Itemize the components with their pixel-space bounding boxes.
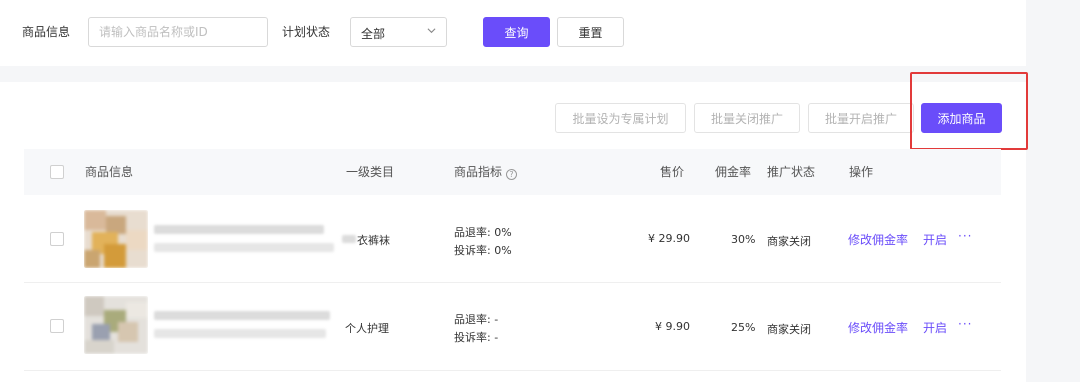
blurred-product-title [154, 225, 324, 234]
row-price: ¥ 9.90 [655, 320, 690, 333]
batch-exclusive-plan-button[interactable]: 批量设为专属计划 [555, 103, 686, 133]
row-checkbox[interactable] [50, 232, 64, 246]
column-header-metrics: 商品指标? [454, 163, 518, 180]
row-commission: 30% [731, 233, 756, 246]
search-input[interactable] [88, 17, 268, 47]
help-icon[interactable]: ? [506, 169, 518, 180]
product-info-label: 商品信息 [22, 25, 71, 39]
blurred-product-subtitle [154, 243, 334, 252]
row-category: 衣裤袜 [357, 234, 390, 247]
blurred-category-prefix [342, 235, 356, 243]
column-header-commission: 佣金率 [715, 165, 752, 179]
page-gutter [1026, 0, 1080, 382]
column-header-category: 一级类目 [346, 165, 395, 179]
chevron-down-icon [427, 28, 436, 34]
column-header-actions: 操作 [849, 165, 874, 179]
annotation-highlight-box [910, 72, 1028, 150]
table-row: 衣裤袜 品退率: 0% 投诉率: 0% ¥ 29.90 30% 商家关闭 修改佣… [24, 195, 1001, 283]
row-complaint-rate: 投诉率: - [454, 331, 499, 344]
table-row: 个人护理 品退率: - 投诉率: - ¥ 9.90 25% 商家关闭 修改佣金率… [24, 283, 1001, 371]
row-commission: 25% [731, 321, 756, 334]
row-category: 个人护理 [345, 322, 389, 335]
edit-commission-link[interactable]: 修改佣金率 [848, 231, 908, 248]
column-header-metrics-label: 商品指标 [454, 165, 503, 179]
batch-open-promotion-button[interactable]: 批量开启推广 [808, 103, 914, 133]
edit-commission-link[interactable]: 修改佣金率 [848, 319, 908, 336]
query-button[interactable]: 查询 [483, 17, 550, 47]
row-complaint-rate: 投诉率: 0% [454, 244, 512, 257]
row-price: ¥ 29.90 [648, 232, 690, 245]
row-status: 商家关闭 [767, 235, 811, 248]
select-all-checkbox[interactable] [50, 165, 64, 179]
plan-status-label: 计划状态 [282, 25, 331, 39]
more-actions-icon[interactable]: ··· [958, 229, 972, 243]
row-return-rate: 品退率: 0% [454, 226, 512, 239]
batch-close-promotion-button[interactable]: 批量关闭推广 [694, 103, 800, 133]
plan-status-select[interactable]: 全部 [350, 17, 447, 47]
column-header-status: 推广状态 [767, 165, 816, 179]
blurred-product-subtitle [154, 329, 326, 338]
section-divider [0, 66, 1026, 82]
column-header-product: 商品信息 [85, 165, 134, 179]
enable-link[interactable]: 开启 [923, 231, 947, 248]
plan-status-value: 全部 [361, 27, 386, 41]
more-actions-icon[interactable]: ··· [958, 317, 972, 331]
filter-bar: 商品信息 计划状态 全部 查询 重置 [0, 0, 1026, 66]
row-status: 商家关闭 [767, 323, 811, 336]
row-checkbox[interactable] [50, 319, 64, 333]
row-return-rate: 品退率: - [454, 313, 499, 326]
table-header: 商品信息 一级类目 商品指标? 售价 佣金率 推广状态 操作 [24, 149, 1001, 195]
reset-button[interactable]: 重置 [557, 17, 624, 47]
column-header-price: 售价 [660, 165, 685, 179]
enable-link[interactable]: 开启 [923, 319, 947, 336]
product-thumbnail[interactable] [84, 296, 148, 354]
blurred-product-title [154, 311, 330, 320]
product-thumbnail[interactable] [84, 210, 148, 268]
